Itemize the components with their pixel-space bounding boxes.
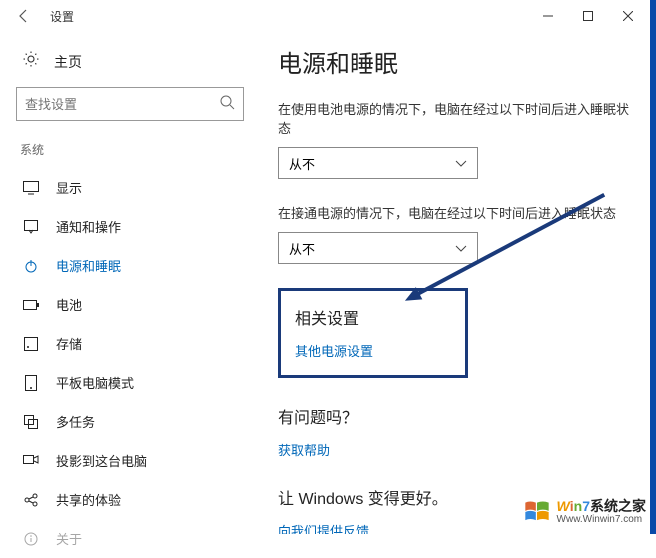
power-icon (22, 259, 40, 273)
back-button[interactable] (8, 0, 40, 32)
display-icon (22, 181, 40, 195)
sidebar-item-battery[interactable]: 电池 (16, 285, 244, 324)
share-icon (22, 493, 40, 507)
minimize-button[interactable] (528, 0, 568, 32)
window-title: 设置 (50, 8, 74, 25)
nav-label: 电源和睡眠 (56, 256, 121, 275)
tablet-icon (22, 375, 40, 391)
chevron-down-icon (455, 156, 467, 171)
sidebar-item-power-sleep[interactable]: 电源和睡眠 (16, 246, 244, 285)
help-title: 有问题吗？ (278, 404, 638, 428)
group-label: 系统 (20, 141, 244, 158)
sidebar: 主页 系统 显示 通知和操作 电源和睡眠 电池 存储 平板电脑模式 (0, 32, 260, 534)
home-button[interactable]: 主页 (16, 40, 244, 87)
nav-label: 通知和操作 (56, 217, 121, 236)
search-field[interactable] (25, 97, 219, 112)
feedback-title: 让 Windows 变得更好。 (278, 485, 638, 509)
sidebar-item-notifications[interactable]: 通知和操作 (16, 207, 244, 246)
sidebar-item-display[interactable]: 显示 (16, 168, 244, 207)
sidebar-item-about[interactable]: 关于 (16, 519, 244, 558)
maximize-button[interactable] (568, 0, 608, 32)
project-icon (22, 455, 40, 467)
nav-label: 电池 (56, 295, 82, 314)
plugged-sleep-dropdown[interactable]: 从不 (278, 232, 478, 264)
dropdown-value: 从不 (289, 239, 315, 258)
search-icon (219, 94, 235, 115)
battery-sleep-dropdown[interactable]: 从不 (278, 147, 478, 179)
nav-label: 显示 (56, 178, 82, 197)
feedback-link[interactable]: 向我们提供反馈 (278, 521, 369, 534)
close-button[interactable] (608, 0, 648, 32)
sidebar-item-shared[interactable]: 共享的体验 (16, 480, 244, 519)
sidebar-item-multitask[interactable]: 多任务 (16, 402, 244, 441)
nav-label: 多任务 (56, 412, 95, 431)
plugged-sleep-label: 在接通电源的情况下，电脑在经过以下时间后进入睡眠状态 (278, 203, 638, 222)
get-help-link[interactable]: 获取帮助 (278, 440, 330, 459)
titlebar: 设置 (0, 0, 656, 32)
search-input[interactable] (16, 87, 244, 121)
nav-label: 平板电脑模式 (56, 373, 134, 392)
notification-icon (22, 220, 40, 234)
nav-label: 关于 (56, 529, 82, 548)
sidebar-item-storage[interactable]: 存储 (16, 324, 244, 363)
storage-icon (22, 337, 40, 351)
dropdown-value: 从不 (289, 154, 315, 173)
related-settings-box: 相关设置 其他电源设置 (278, 288, 468, 378)
right-border (650, 0, 656, 534)
nav-label: 投影到这台电脑 (56, 451, 147, 470)
additional-power-link[interactable]: 其他电源设置 (295, 341, 373, 360)
nav-label: 存储 (56, 334, 82, 353)
chevron-down-icon (455, 241, 467, 256)
main-panel: 电源和睡眠 在使用电池电源的情况下，电脑在经过以下时间后进入睡眠状态 从不 在接… (260, 32, 656, 534)
home-label: 主页 (54, 52, 82, 72)
battery-icon (22, 300, 40, 310)
multitask-icon (22, 415, 40, 429)
sidebar-item-project[interactable]: 投影到这台电脑 (16, 441, 244, 480)
related-title: 相关设置 (295, 305, 451, 329)
nav-label: 共享的体验 (56, 490, 121, 509)
page-title: 电源和睡眠 (278, 44, 638, 79)
sidebar-item-tablet[interactable]: 平板电脑模式 (16, 363, 244, 402)
battery-sleep-label: 在使用电池电源的情况下，电脑在经过以下时间后进入睡眠状态 (278, 99, 638, 137)
gear-icon (22, 50, 40, 73)
